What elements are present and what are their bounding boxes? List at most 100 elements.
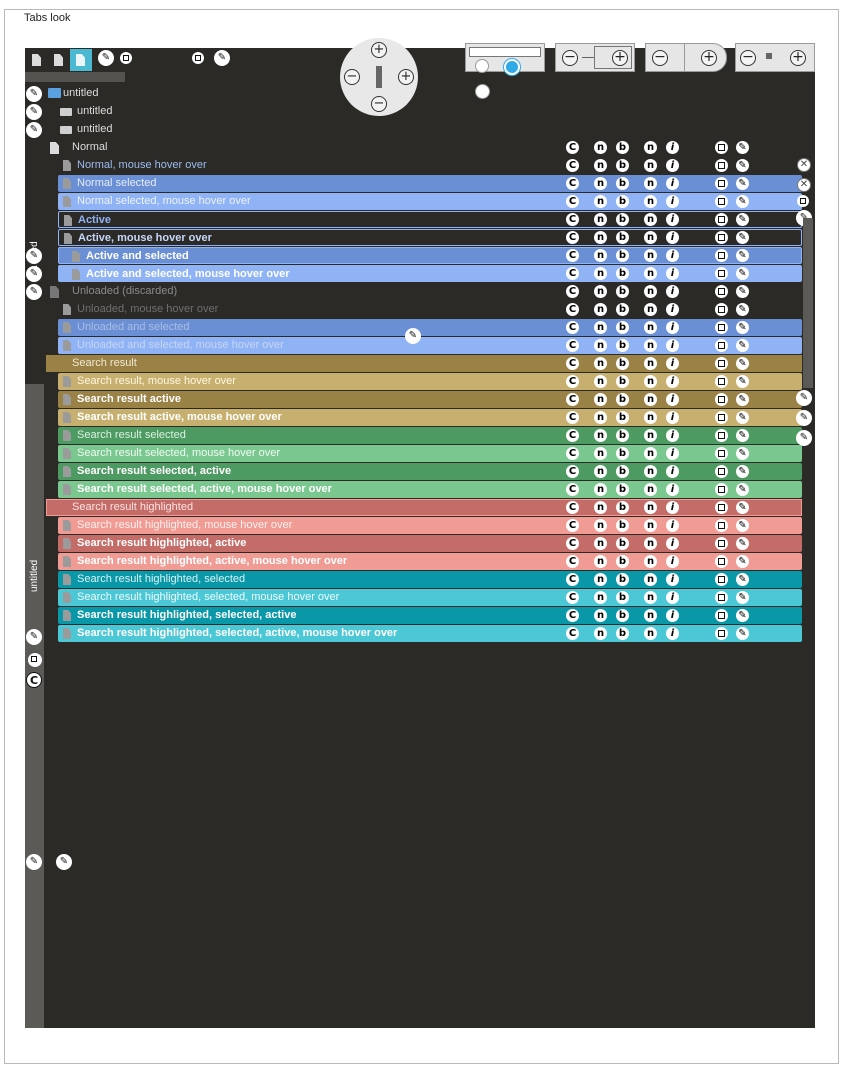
row-button-n[interactable]: n xyxy=(644,177,657,190)
brush-icon[interactable]: ✎ xyxy=(736,339,749,352)
brush-icon[interactable]: ✎ xyxy=(736,231,749,244)
tab-row[interactable]: Normal selected xyxy=(58,175,802,192)
brush-icon[interactable]: ✎ xyxy=(736,483,749,496)
row-button-i[interactable]: i xyxy=(666,285,679,298)
tab-row[interactable]: Search result highlighted, mouse hover o… xyxy=(58,517,802,534)
row-button-n[interactable]: n xyxy=(594,303,607,316)
size-plus-icon[interactable]: + xyxy=(701,50,717,66)
row-button-b[interactable]: b xyxy=(616,303,629,316)
row-button-n[interactable]: n xyxy=(644,555,657,568)
square-icon[interactable] xyxy=(715,537,728,550)
row-button-C[interactable]: C xyxy=(566,141,579,154)
row-button-C[interactable]: C xyxy=(566,483,579,496)
row-button-C[interactable]: C xyxy=(566,213,579,226)
zoom-plus-right-icon[interactable]: + xyxy=(398,69,414,85)
spacing-control[interactable]: − + xyxy=(735,43,815,72)
brush-icon[interactable]: ✎ xyxy=(796,390,812,406)
brush-icon[interactable]: ✎ xyxy=(405,328,421,344)
brush-icon[interactable]: ✎ xyxy=(736,267,749,280)
row-button-b[interactable]: b xyxy=(616,591,629,604)
row-button-C[interactable]: C xyxy=(566,231,579,244)
brush-icon[interactable]: ✎ xyxy=(736,411,749,424)
row-button-b[interactable]: b xyxy=(616,375,629,388)
row-button-b[interactable]: b xyxy=(616,393,629,406)
square-icon[interactable] xyxy=(715,141,728,154)
row-button-n[interactable]: n xyxy=(644,231,657,244)
brush-icon[interactable]: ✎ xyxy=(26,86,42,102)
row-button-n[interactable]: n xyxy=(594,393,607,406)
brush-icon[interactable]: ✎ xyxy=(26,104,42,120)
brush-icon[interactable]: ✎ xyxy=(736,303,749,316)
row-button-b[interactable]: b xyxy=(616,447,629,460)
row-button-n[interactable]: n xyxy=(644,573,657,586)
square-icon[interactable] xyxy=(715,393,728,406)
row-button-i[interactable]: i xyxy=(666,627,679,640)
row-button-i[interactable]: i xyxy=(666,267,679,280)
square-icon[interactable] xyxy=(715,303,728,316)
row-button-n[interactable]: n xyxy=(644,357,657,370)
tab-row[interactable]: Search result highlighted, selected xyxy=(58,571,802,588)
brush-icon[interactable]: ✎ xyxy=(214,50,230,66)
brush-icon[interactable]: ✎ xyxy=(796,410,812,426)
row-button-i[interactable]: i xyxy=(666,537,679,550)
brush-icon[interactable]: ✎ xyxy=(736,573,749,586)
spacing-plus-icon[interactable]: + xyxy=(790,50,806,66)
row-button-C[interactable]: C xyxy=(566,195,579,208)
row-button-n[interactable]: n xyxy=(644,501,657,514)
page-icon-active[interactable] xyxy=(70,49,92,71)
tab-row[interactable]: Active xyxy=(58,211,802,228)
row-button-n[interactable]: n xyxy=(594,627,607,640)
square-icon[interactable] xyxy=(715,357,728,370)
tab-row[interactable]: Search result highlighted, selected, act… xyxy=(58,625,802,642)
brush-icon[interactable]: ✎ xyxy=(26,284,42,300)
group-normal-label[interactable]: Normal xyxy=(72,141,107,153)
row-button-b[interactable]: b xyxy=(616,609,629,622)
square-icon[interactable] xyxy=(715,591,728,604)
square-icon[interactable] xyxy=(715,267,728,280)
row-button-b[interactable]: b xyxy=(616,285,629,298)
row-button-C[interactable]: C xyxy=(566,501,579,514)
tree-folder-label[interactable]: untitled xyxy=(77,123,112,135)
row-button-b[interactable]: b xyxy=(616,141,629,154)
square-icon[interactable] xyxy=(28,653,42,667)
row-button-b[interactable]: b xyxy=(616,411,629,424)
tab-row[interactable]: Active and selected xyxy=(58,247,802,264)
square-icon[interactable] xyxy=(715,501,728,514)
row-button-i[interactable]: i xyxy=(666,231,679,244)
square-icon[interactable] xyxy=(715,519,728,532)
row-button-i[interactable]: i xyxy=(666,483,679,496)
tab-row[interactable]: Search result highlighted, active xyxy=(58,535,802,552)
group-highlight-row[interactable]: Search result highlighted xyxy=(46,499,802,516)
row-button-i[interactable]: i xyxy=(666,195,679,208)
zoom-slider-handle[interactable] xyxy=(376,66,382,88)
tab-row[interactable]: Active and selected, mouse hover over xyxy=(58,265,802,282)
row-button-n[interactable]: n xyxy=(594,591,607,604)
radio-option-2-selected[interactable] xyxy=(504,59,520,75)
brush-icon[interactable]: ✎ xyxy=(736,429,749,442)
tab-row[interactable]: Unloaded and selected, mouse hover over xyxy=(58,337,802,354)
row-button-n[interactable]: n xyxy=(644,375,657,388)
square-icon[interactable] xyxy=(715,555,728,568)
row-button-i[interactable]: i xyxy=(666,609,679,622)
square-icon[interactable] xyxy=(797,195,809,207)
row-button-n[interactable]: n xyxy=(594,555,607,568)
brush-icon[interactable]: ✎ xyxy=(736,177,749,190)
row-button-i[interactable]: i xyxy=(666,591,679,604)
row-button-n[interactable]: n xyxy=(644,213,657,226)
row-button-n[interactable]: n xyxy=(594,357,607,370)
brush-icon[interactable]: ✎ xyxy=(736,465,749,478)
square-icon[interactable] xyxy=(715,231,728,244)
row-button-C[interactable]: C xyxy=(566,537,579,550)
row-button-b[interactable]: b xyxy=(616,555,629,568)
row-button-n[interactable]: n xyxy=(594,447,607,460)
tree-root-label[interactable]: untitled xyxy=(63,87,98,99)
tab-row[interactable]: Search result highlighted, active, mouse… xyxy=(58,553,802,570)
row-button-n[interactable]: n xyxy=(644,321,657,334)
row-button-b[interactable]: b xyxy=(616,627,629,640)
row-button-b[interactable]: b xyxy=(616,231,629,244)
row-button-n[interactable]: n xyxy=(594,195,607,208)
square-icon[interactable] xyxy=(192,52,204,64)
row-button-C[interactable]: C xyxy=(566,375,579,388)
row-button-C[interactable]: C xyxy=(566,573,579,586)
brush-icon[interactable]: ✎ xyxy=(736,375,749,388)
